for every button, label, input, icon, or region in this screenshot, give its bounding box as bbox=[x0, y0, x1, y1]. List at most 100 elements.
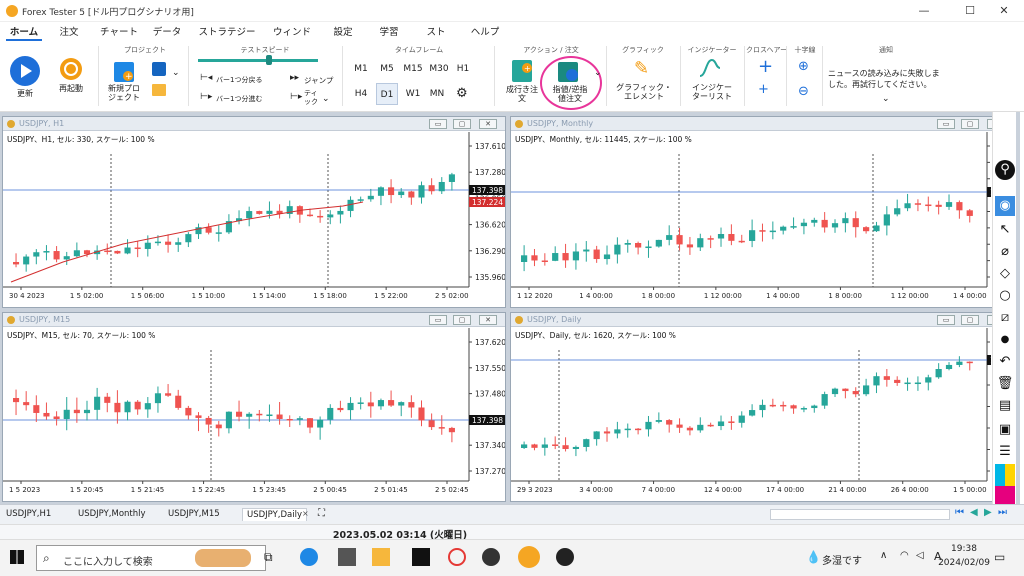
chart-minimize-button[interactable]: ▭ bbox=[937, 315, 955, 325]
app-icon-2[interactable] bbox=[448, 548, 466, 566]
menu-window[interactable]: ウィンドウ bbox=[270, 25, 314, 54]
app-icon-1[interactable] bbox=[412, 548, 430, 566]
chart-maximize-button[interactable]: ▢ bbox=[453, 315, 471, 325]
timeframe-h4[interactable]: H4 bbox=[350, 89, 372, 99]
undo-icon[interactable]: ↶ bbox=[995, 352, 1015, 372]
notes-icon[interactable]: ☰ bbox=[995, 442, 1015, 462]
menu-strategy[interactable]: ストラテジー bbox=[198, 25, 256, 41]
save-icon[interactable] bbox=[152, 62, 166, 76]
store-icon[interactable] bbox=[338, 548, 356, 566]
menu-chart[interactable]: チャート bbox=[100, 25, 138, 41]
indicator-icon[interactable] bbox=[698, 56, 722, 80]
minimize-button[interactable]: — bbox=[904, 0, 944, 22]
taskbar-search-box[interactable]: ⌕ ここに入力して検索 bbox=[36, 545, 266, 571]
tab-close-icon[interactable]: × bbox=[302, 509, 309, 518]
tab-usdjpy-daily[interactable]: USDJPY,Daily bbox=[242, 508, 308, 521]
wifi-icon[interactable]: ◠ bbox=[900, 550, 909, 561]
candlestick-chart[interactable]: 160.23014141312121111101 12 20201 4 00:0… bbox=[511, 132, 991, 307]
indicator-list-label[interactable]: インジケー ターリスト bbox=[686, 83, 738, 101]
screenshot-icon[interactable]: ▣ bbox=[995, 420, 1015, 440]
timeframe-d1[interactable]: D1 bbox=[376, 83, 398, 105]
open-folder-icon[interactable] bbox=[152, 84, 166, 96]
chart-window-monthly[interactable]: USDJPY, Monthly ▭ ▢ ✕ USDJPY、Monthly, セル… bbox=[510, 116, 1014, 308]
app-icon-3[interactable] bbox=[482, 548, 500, 566]
speed-slider-handle[interactable] bbox=[266, 55, 272, 65]
market-order-icon[interactable]: + bbox=[512, 60, 532, 82]
tab-usdjpy-monthly[interactable]: USDJPY,Monthly bbox=[74, 508, 150, 520]
jump-label[interactable]: ジャンプ bbox=[304, 75, 333, 86]
trash-icon[interactable]: 🗑 bbox=[995, 374, 1015, 394]
candlestick-chart[interactable]: 137.620137.550137.480137.410137.340137.2… bbox=[3, 328, 505, 501]
pencil-icon[interactable]: ✎ bbox=[634, 58, 649, 79]
clock-date[interactable]: 2024/02/09 bbox=[936, 558, 992, 568]
tick-label[interactable]: ティ ック bbox=[304, 89, 318, 107]
timeframe-w1[interactable]: W1 bbox=[402, 89, 424, 99]
app-icon-4[interactable] bbox=[556, 548, 574, 566]
timeframe-h1[interactable]: H1 bbox=[452, 64, 474, 74]
timeframe-m1[interactable]: M1 bbox=[350, 64, 372, 74]
candlestick-chart[interactable]: 137.610137.280136.950136.620136.290135.9… bbox=[3, 132, 505, 307]
menu-settings[interactable]: 設定 bbox=[330, 25, 356, 41]
restart-icon[interactable] bbox=[60, 58, 82, 80]
step-forward-icon[interactable]: ⊢▸ bbox=[200, 92, 212, 102]
zoom-in-icon[interactable]: ⊕ bbox=[798, 59, 809, 74]
new-project-icon[interactable]: + bbox=[114, 62, 134, 82]
chart-minimize-button[interactable]: ▭ bbox=[937, 119, 955, 129]
timeframe-m30[interactable]: M30 bbox=[426, 64, 452, 74]
menu-store[interactable]: ストア bbox=[422, 25, 450, 54]
chart-close-button[interactable]: ✕ bbox=[479, 315, 497, 325]
gear-icon[interactable]: ⚙ bbox=[456, 86, 468, 101]
scroll-right-icon[interactable]: ▶ bbox=[984, 507, 992, 518]
tab-usdjpy-m15[interactable]: USDJPY,M15 bbox=[164, 508, 224, 520]
menu-order[interactable]: 注文 bbox=[56, 25, 82, 41]
tab-usdjpy-h1[interactable]: USDJPY,H1 bbox=[2, 508, 55, 520]
chart-minimize-button[interactable]: ▭ bbox=[429, 119, 447, 129]
volume-icon[interactable]: ◁ bbox=[916, 550, 924, 561]
pin-icon[interactable]: ⚲ bbox=[995, 160, 1015, 180]
update-label[interactable]: 更新 bbox=[8, 89, 42, 98]
scroll-end-icon[interactable]: ⏭ bbox=[998, 507, 1007, 518]
menu-home[interactable]: ホーム bbox=[6, 25, 42, 41]
color-palette-icon[interactable] bbox=[995, 464, 1015, 486]
tray-chevron-icon[interactable]: ∧ bbox=[880, 550, 887, 561]
circle-icon[interactable]: ○ bbox=[995, 286, 1015, 306]
jump-icon[interactable]: ▸▸ bbox=[290, 73, 299, 83]
chevron-down-icon[interactable]: ⌄ bbox=[594, 68, 602, 78]
timeframe-m15[interactable]: M15 bbox=[400, 64, 426, 74]
timeframe-m5[interactable]: M5 bbox=[376, 64, 398, 74]
explorer-icon[interactable] bbox=[372, 548, 390, 566]
cursor-icon[interactable]: ↖ bbox=[995, 220, 1015, 240]
timeframe-mn[interactable]: MN bbox=[426, 89, 448, 99]
new-project-label[interactable]: 新規プロ ジェクト bbox=[104, 84, 144, 102]
chart-window-daily[interactable]: USDJPY, Daily ▭ ▢ ✕ USDJPY、Daily, セル: 16… bbox=[510, 312, 1014, 502]
template-icon[interactable]: ▤ bbox=[995, 396, 1015, 416]
eraser-icon[interactable]: ◇ bbox=[995, 264, 1015, 284]
menu-help[interactable]: ヘルプ bbox=[468, 25, 502, 41]
crosshair-icon[interactable]: + bbox=[758, 56, 773, 77]
clock-time[interactable]: 19:38 bbox=[946, 544, 982, 554]
tick-icon[interactable]: ⊢▸ bbox=[290, 92, 302, 102]
forex-tester-icon[interactable] bbox=[518, 546, 540, 568]
dot-icon[interactable]: ● bbox=[995, 330, 1015, 350]
candlestick-chart[interactable]: 1313131313121229 3 20233 4 00:007 4 00:0… bbox=[511, 328, 991, 501]
ruler-icon[interactable]: ⧄ bbox=[995, 308, 1015, 328]
market-order-label[interactable]: 成行き注 文 bbox=[500, 85, 544, 103]
edge-icon[interactable] bbox=[300, 548, 318, 566]
chevron-down-icon[interactable]: ⌄ bbox=[172, 68, 180, 78]
chevron-down-icon[interactable]: ⌄ bbox=[322, 94, 330, 104]
color-swatch-icon[interactable] bbox=[995, 486, 1015, 506]
chart-maximize-button[interactable]: ▢ bbox=[961, 315, 979, 325]
limit-stop-order-label[interactable]: 指値/逆指 値注文 bbox=[546, 85, 594, 103]
graphic-elements-label[interactable]: グラフィック・ エレメント bbox=[612, 83, 676, 101]
menu-data[interactable]: データ bbox=[152, 25, 182, 41]
menu-learning[interactable]: 学習 bbox=[376, 25, 402, 41]
close-button[interactable]: ✕ bbox=[984, 0, 1024, 22]
step-back-label[interactable]: バー1つ分戻る bbox=[216, 75, 262, 85]
chart-scrollbar[interactable] bbox=[770, 509, 950, 520]
expand-icon[interactable]: ⛶ bbox=[318, 508, 325, 519]
chart-close-button[interactable]: ✕ bbox=[479, 119, 497, 129]
restart-label[interactable]: 再起動 bbox=[52, 84, 90, 93]
chart-minimize-button[interactable]: ▭ bbox=[429, 315, 447, 325]
limit-order-icon[interactable] bbox=[558, 62, 578, 82]
step-forward-label[interactable]: バー1つ分進む bbox=[216, 94, 262, 104]
